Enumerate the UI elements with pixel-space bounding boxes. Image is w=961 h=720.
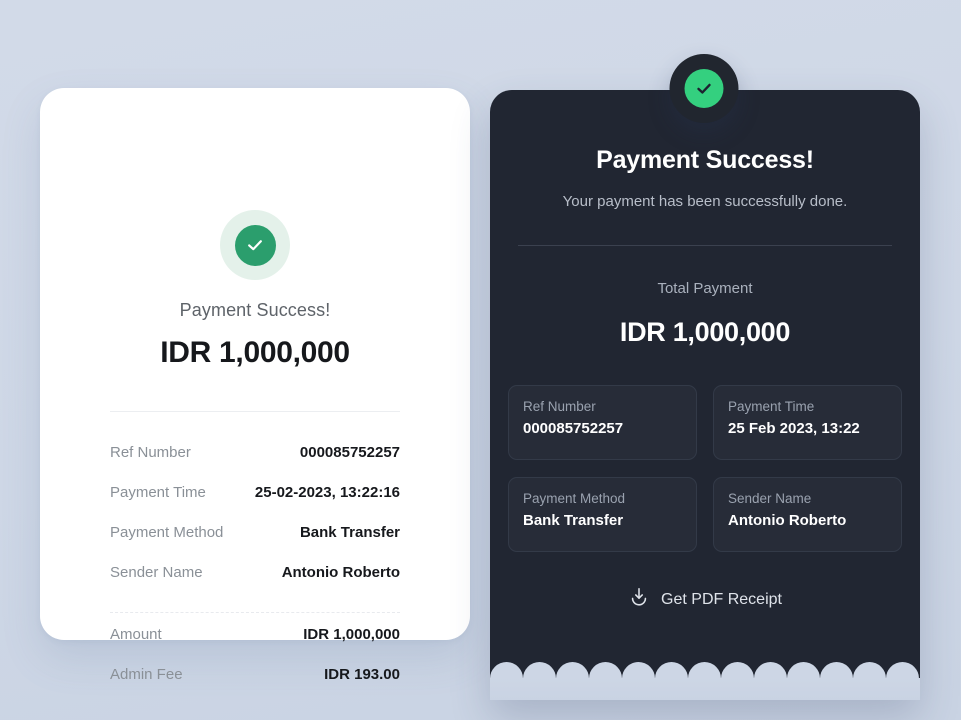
check-circle-icon: [234, 224, 276, 266]
dark-receipt-card: Payment Success! Your payment has been s…: [490, 90, 920, 700]
download-icon: [628, 586, 650, 613]
info-value: 000085752257: [523, 420, 624, 437]
detail-rows: Ref Number 000085752257 Payment Time 25-…: [110, 444, 400, 604]
row-value: 25-02-2023, 13:22:16: [254, 484, 400, 501]
info-label: Sender Name: [728, 491, 812, 506]
light-receipt-card: Payment Success! IDR 1,000,000 Ref Numbe…: [40, 88, 470, 683]
info-box-payment-method: Payment Method Bank Transfer: [508, 477, 697, 552]
row-label: Ref Number: [110, 444, 191, 461]
row-label: Amount: [110, 626, 162, 643]
receipt-bottom-fill: [490, 678, 920, 700]
table-row: Payment Time 25-02-2023, 13:22:16: [110, 484, 400, 524]
table-row: Sender Name Antonio Roberto: [110, 564, 400, 604]
info-box-ref-number: Ref Number 000085752257: [508, 385, 697, 460]
info-label: Payment Time: [728, 399, 815, 414]
get-pdf-receipt-button[interactable]: Get PDF Receipt: [490, 586, 920, 613]
info-value: 25 Feb 2023, 13:22: [728, 420, 860, 437]
row-label: Payment Method: [110, 524, 224, 541]
check-circle-icon: [684, 69, 724, 108]
success-badge: [669, 54, 739, 123]
divider: [110, 411, 400, 412]
row-label: Payment Time: [110, 484, 206, 501]
info-value: Bank Transfer: [523, 512, 624, 529]
info-box-sender-name: Sender Name Antonio Roberto: [713, 477, 902, 552]
row-value: Bank Transfer: [299, 524, 400, 541]
info-label: Ref Number: [523, 399, 596, 414]
info-value: Antonio Roberto: [728, 512, 847, 529]
table-row: Payment Method Bank Transfer: [110, 524, 400, 564]
dashed-divider: [110, 612, 400, 613]
row-value: IDR 1,000,000: [303, 626, 400, 643]
row-label: Admin Fee: [110, 666, 183, 683]
table-row: Admin Fee IDR 193.00: [110, 666, 400, 706]
info-box-payment-time: Payment Time 25 Feb 2023, 13:22: [713, 385, 902, 460]
total-rows: Amount IDR 1,000,000 Admin Fee IDR 193.0…: [110, 626, 400, 706]
get-pdf-receipt-label: Get PDF Receipt: [661, 590, 782, 608]
total-payment-label: Total Payment: [657, 280, 753, 297]
subtitle: Your payment has been successfully done.: [562, 193, 848, 210]
divider: [518, 245, 892, 246]
page-title: Payment Success!: [179, 300, 331, 320]
page-title: Payment Success!: [596, 146, 814, 174]
row-value: Antonio Roberto: [281, 564, 400, 581]
table-row: Ref Number 000085752257: [110, 444, 400, 484]
table-row: Amount IDR 1,000,000: [110, 626, 400, 666]
row-value: 000085752257: [299, 444, 400, 461]
amount-value: IDR 1,000,000: [160, 336, 350, 369]
info-grid: Ref Number 000085752257 Payment Time 25 …: [508, 385, 902, 552]
row-label: Sender Name: [110, 564, 203, 581]
info-label: Payment Method: [523, 491, 626, 506]
row-value: IDR 193.00: [324, 666, 400, 683]
success-badge: [220, 210, 290, 280]
total-payment-value: IDR 1,000,000: [619, 317, 791, 347]
